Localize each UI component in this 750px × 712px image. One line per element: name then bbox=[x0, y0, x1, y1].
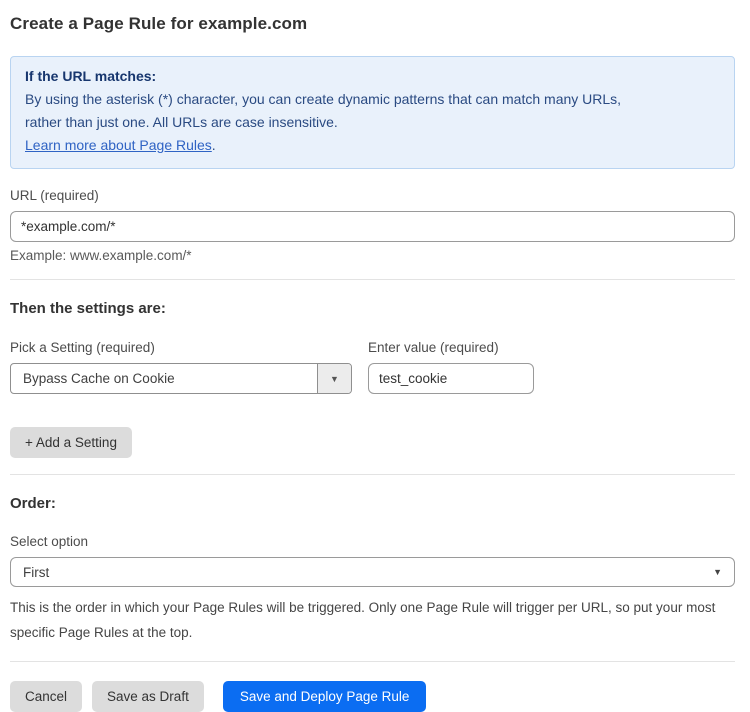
save-as-draft-button[interactable]: Save as Draft bbox=[92, 681, 204, 712]
order-section-heading: Order: bbox=[10, 495, 735, 512]
url-match-info-box: If the URL matches: By using the asteris… bbox=[10, 56, 735, 169]
setting-value-input[interactable] bbox=[368, 363, 534, 394]
url-input[interactable] bbox=[10, 211, 735, 242]
settings-section-heading: Then the settings are: bbox=[10, 300, 735, 317]
setting-picker-label: Pick a Setting (required) bbox=[10, 340, 352, 355]
url-helper-text: Example: www.example.com/* bbox=[10, 248, 735, 263]
settings-row: Pick a Setting (required) Bypass Cache o… bbox=[10, 321, 735, 394]
setting-value-label: Enter value (required) bbox=[368, 340, 534, 355]
setting-value-column: Enter value (required) bbox=[368, 328, 534, 394]
link-suffix: . bbox=[212, 137, 216, 153]
footer-actions: Cancel Save as Draft Save and Deploy Pag… bbox=[10, 681, 735, 712]
chevron-down-icon: ▼ bbox=[330, 374, 339, 384]
divider-url-settings bbox=[10, 279, 735, 280]
divider-settings-order bbox=[10, 474, 735, 475]
page-rule-form: Create a Page Rule for example.com If th… bbox=[0, 0, 750, 712]
learn-more-link[interactable]: Learn more about Page Rules bbox=[25, 137, 212, 153]
order-helper-text: This is the order in which your Page Rul… bbox=[10, 595, 735, 645]
setting-select-arrow-button[interactable]: ▼ bbox=[317, 364, 351, 393]
info-box-body-line1: By using the asterisk (*) character, you… bbox=[25, 88, 720, 111]
page-title: Create a Page Rule for example.com bbox=[10, 14, 735, 34]
info-box-body-line2: rather than just one. All URLs are case … bbox=[25, 111, 720, 134]
order-select[interactable]: First ▼ bbox=[10, 557, 735, 587]
info-box-link-row: Learn more about Page Rules. bbox=[25, 134, 720, 157]
chevron-down-icon: ▼ bbox=[713, 567, 734, 577]
setting-picker-column: Pick a Setting (required) Bypass Cache o… bbox=[10, 321, 352, 394]
info-box-heading: If the URL matches: bbox=[25, 65, 720, 88]
url-field-label: URL (required) bbox=[10, 188, 735, 203]
add-setting-button[interactable]: + Add a Setting bbox=[10, 427, 132, 458]
order-select-value: First bbox=[11, 565, 713, 580]
save-and-deploy-button[interactable]: Save and Deploy Page Rule bbox=[223, 681, 427, 712]
order-select-label: Select option bbox=[10, 534, 735, 549]
setting-select-value: Bypass Cache on Cookie bbox=[11, 364, 317, 393]
divider-order-footer bbox=[10, 661, 735, 662]
setting-select[interactable]: Bypass Cache on Cookie ▼ bbox=[10, 363, 352, 394]
cancel-button[interactable]: Cancel bbox=[10, 681, 82, 712]
